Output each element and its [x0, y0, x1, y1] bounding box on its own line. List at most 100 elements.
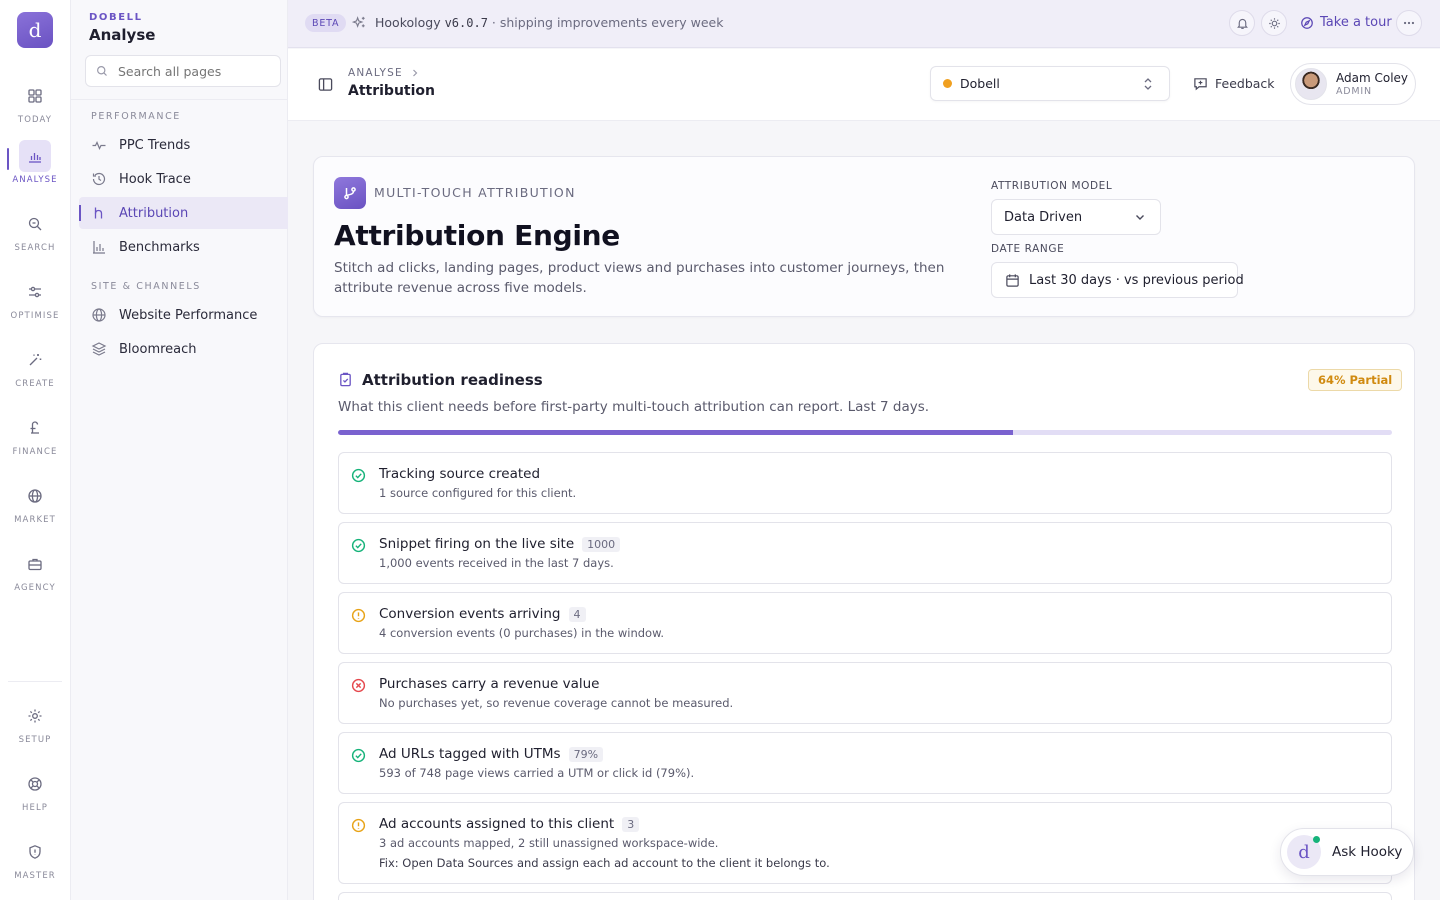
rail-item-finance[interactable]: FINANCE — [0, 408, 70, 464]
check-title-text: Ad accounts assigned to this client — [379, 816, 615, 832]
check-count: 1000 — [582, 536, 621, 552]
attribution-hero: MULTI-TOUCH ATTRIBUTION Attribution Engi… — [313, 156, 1415, 317]
clipboard-check-icon — [338, 372, 353, 387]
checklist-item: Ad accounts assigned to this client 3 3 a… — [338, 802, 1392, 884]
sidebar-item-label: Hook Trace — [119, 171, 191, 187]
rail-item-agency[interactable]: AGENCY — [0, 544, 70, 600]
rail-label: ANALYSE — [12, 175, 58, 185]
ask-hooky-button[interactable]: d Ask Hooky — [1280, 828, 1414, 876]
notifications-button[interactable] — [1229, 10, 1255, 36]
check-detail: 593 of 748 page views carried a UTM or c… — [379, 766, 695, 780]
app-version: v6.0.7 — [444, 16, 488, 30]
attribution-model-label: ATTRIBUTION MODEL — [991, 180, 1113, 192]
check-title-text: Purchases carry a revenue value — [379, 676, 600, 692]
check-detail: 1,000 events received in the last 7 days… — [379, 556, 614, 570]
date-range-picker[interactable]: Last 30 days · vs previous period — [991, 262, 1244, 298]
version-tagline: · shipping improvements every week — [491, 15, 724, 30]
check-fix-hint: Fix: Open Data Sources and assign each a… — [379, 856, 830, 870]
sidebar-search[interactable] — [85, 55, 281, 87]
rail-label: FINANCE — [12, 447, 58, 457]
search-icon — [19, 208, 51, 240]
rail-item-optimise[interactable]: OPTIMISE — [0, 272, 70, 328]
check-circle-icon — [351, 468, 366, 483]
check-count: 4 — [568, 606, 586, 622]
beta-badge: BETA — [305, 14, 347, 32]
sidebar-item-label: Attribution — [119, 205, 189, 221]
pulse-icon — [91, 137, 107, 153]
sidebar-item-bloomreach[interactable]: Bloomreach — [79, 333, 288, 365]
sidebar-item-hook-trace[interactable]: Hook Trace — [79, 163, 288, 195]
rail-item-market[interactable]: MARKET — [0, 476, 70, 532]
check-circle-icon — [351, 538, 366, 553]
readiness-card: Attribution readiness 64% Partial What t… — [313, 343, 1415, 900]
breadcrumb: ANALYSE — [348, 67, 419, 79]
alert-circle-icon — [351, 818, 366, 833]
search-input[interactable] — [118, 63, 268, 79]
rail-item-master[interactable]: MASTER — [0, 832, 70, 888]
rail-item-search[interactable]: SEARCH — [0, 204, 70, 260]
check-title: Snippet firing on the live site 1000 — [379, 536, 621, 552]
more-options-button[interactable] — [1396, 10, 1422, 36]
chevron-right-icon — [411, 69, 419, 77]
check-detail: 3 ad accounts mapped, 2 still unassigned… — [379, 836, 719, 850]
app-logo[interactable]: d — [17, 12, 53, 48]
attribution-model-select[interactable]: Data Driven — [991, 199, 1161, 235]
client-status-dot — [943, 79, 952, 88]
take-tour-link[interactable]: Take a tour — [1300, 15, 1392, 30]
rail-item-help[interactable]: HELP — [0, 764, 70, 820]
check-title-text: Tracking source created — [379, 466, 541, 482]
check-title: Ad accounts assigned to this client 3 — [379, 816, 640, 832]
rail-item-setup[interactable]: SETUP — [0, 696, 70, 752]
hero-title: Attribution Engine — [334, 219, 620, 252]
icon-rail: d TODAY ANALYSE SEARCH OPTIMISE CREATE F… — [0, 0, 71, 900]
sidebar-toggle-icon[interactable] — [318, 77, 333, 92]
bar-chart-icon — [19, 140, 51, 172]
rail-item-create[interactable]: CREATE — [0, 340, 70, 396]
sidebar-item-benchmarks[interactable]: Benchmarks — [79, 231, 288, 263]
calendar-icon — [1005, 273, 1020, 288]
search-icon — [96, 65, 108, 77]
check-title-text: Conversion events arriving — [379, 606, 561, 622]
rail-label: MASTER — [14, 871, 56, 881]
x-circle-icon — [351, 678, 366, 693]
sidebar-item-attribution[interactable]: Attribution — [79, 197, 288, 229]
sidebar-divider — [71, 99, 288, 100]
user-info: Adam Coley ADMIN — [1336, 71, 1408, 97]
avatar — [1295, 68, 1327, 100]
sidebar-item-website-performance[interactable]: Website Performance — [79, 299, 288, 331]
rail-label: TODAY — [17, 115, 53, 125]
user-role: ADMIN — [1336, 86, 1372, 97]
theme-toggle-button[interactable] — [1261, 10, 1287, 36]
lifebuoy-icon — [19, 768, 51, 800]
rail-item-today[interactable]: TODAY — [0, 76, 70, 132]
sidebar-item-label: Website Performance — [119, 307, 258, 323]
sun-icon — [1268, 17, 1281, 30]
briefcase-icon — [19, 548, 51, 580]
git-branch-icon — [334, 177, 366, 209]
rail-item-analyse[interactable]: ANALYSE — [0, 136, 70, 192]
globe-icon — [19, 480, 51, 512]
readiness-status-badge: 64% Partial — [1308, 369, 1403, 391]
bar-chart-icon — [91, 239, 107, 255]
grid-icon — [19, 80, 51, 112]
feedback-button[interactable]: Feedback — [1193, 76, 1275, 91]
sidebar-section-performance: PERFORMANCE — [91, 111, 181, 122]
checklist-item: Conversion events arriving 4 4 conversion… — [338, 592, 1392, 654]
readiness-title: Attribution readiness — [362, 371, 543, 389]
check-title: Purchases carry a revenue value — [379, 676, 599, 692]
topbar: BETA Hookology v6.0.7 · shipping improve… — [288, 0, 1440, 48]
user-menu[interactable]: Adam Coley ADMIN — [1290, 63, 1416, 105]
check-detail: No purchases yet, so revenue coverage ca… — [379, 696, 734, 710]
ask-hooky-label: Ask Hooky — [1332, 844, 1403, 860]
gear-icon — [19, 700, 51, 732]
sidebar-item-ppc-trends[interactable]: PPC Trends — [79, 129, 288, 161]
chevrons-up-down-icon — [1141, 76, 1155, 92]
more-horizontal-icon — [1402, 16, 1416, 30]
breadcrumb-parent[interactable]: ANALYSE — [348, 67, 403, 79]
client-selector[interactable]: Dobell — [930, 66, 1170, 101]
rail-label: MARKET — [14, 515, 56, 525]
user-name: Adam Coley — [1336, 71, 1409, 85]
assistant-avatar: d — [1287, 835, 1321, 869]
org-name: DOBELL — [89, 12, 143, 23]
check-title: Conversion events arriving 4 — [379, 606, 586, 622]
